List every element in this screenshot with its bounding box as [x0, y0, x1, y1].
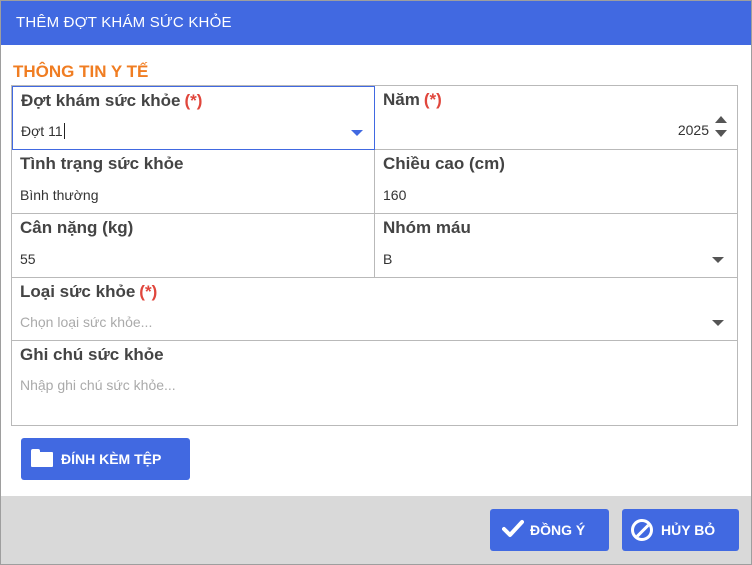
health-type-field[interactable]: Loại sức khỏe (*) Chọn loại sức khỏe...: [12, 278, 737, 341]
chevron-down-icon[interactable]: [712, 320, 724, 326]
attach-file-label: ĐÍNH KÈM TỆP: [61, 451, 162, 467]
year-value: 2025: [677, 122, 709, 138]
exam-round-field[interactable]: Đợt khám sức khỏe (*) Đợt 11: [12, 86, 375, 150]
health-status-field[interactable]: Tình trạng sức khỏe Bình thường: [12, 150, 375, 214]
attach-file-button[interactable]: ĐÍNH KÈM TỆP: [21, 438, 190, 480]
required-marker: (*): [184, 91, 203, 110]
year-field[interactable]: Năm (*) 2025: [375, 86, 737, 150]
spinner-down-icon[interactable]: [715, 130, 727, 137]
height-label: Chiều cao (cm): [383, 154, 505, 173]
health-note-label: Ghi chú sức khỏe: [20, 345, 164, 364]
cancel-label: HỦY BỎ: [661, 522, 716, 538]
weight-value: 55: [20, 251, 36, 267]
check-icon: [502, 520, 524, 537]
section-title: THÔNG TIN Y TẾ: [13, 62, 149, 81]
chevron-down-icon[interactable]: [712, 257, 724, 263]
required-marker: (*): [423, 90, 442, 109]
exam-round-label: Đợt khám sức khỏe: [21, 91, 181, 110]
ok-label: ĐỒNG Ý: [530, 522, 586, 538]
blood-type-field[interactable]: Nhóm máu B: [375, 214, 737, 278]
health-status-value: Bình thường: [20, 187, 99, 203]
health-info-form: Đợt khám sức khỏe (*) Đợt 11 Năm (*) 2025 …: [11, 85, 738, 426]
blood-type-label: Nhóm máu: [383, 218, 471, 237]
health-note-placeholder: Nhập ghi chú sức khỏe...: [20, 377, 176, 393]
height-value: 160: [383, 187, 407, 203]
chevron-down-icon[interactable]: [351, 130, 363, 136]
text-cursor: [63, 123, 65, 139]
health-exam-dialog: THÊM ĐỢT KHÁM SỨC KHỎE THÔNG TIN Y TẾ Đợ…: [0, 0, 752, 565]
blood-type-value: B: [383, 251, 393, 267]
health-status-label: Tình trạng sức khỏe: [20, 154, 184, 173]
health-note-field[interactable]: Ghi chú sức khỏe Nhập ghi chú sức khỏe..…: [12, 341, 737, 425]
exam-round-value: Đợt 11: [21, 123, 63, 139]
dialog-header: THÊM ĐỢT KHÁM SỨC KHỎE: [1, 1, 751, 45]
height-field[interactable]: Chiều cao (cm) 160: [375, 150, 737, 214]
dialog-title: THÊM ĐỢT KHÁM SỨC KHỎE: [16, 14, 232, 31]
cancel-button[interactable]: HỦY BỎ: [622, 509, 739, 551]
health-type-label: Loại sức khỏe: [20, 282, 136, 301]
required-marker: (*): [139, 282, 158, 301]
dialog-footer: ĐỒNG Ý HỦY BỎ: [1, 496, 751, 564]
year-label: Năm: [383, 90, 420, 109]
health-type-placeholder: Chọn loại sức khỏe...: [20, 314, 153, 330]
weight-label: Cân nặng (kg): [20, 218, 134, 237]
spinner-up-icon[interactable]: [715, 116, 727, 123]
ban-icon: [631, 519, 653, 541]
spinner-arrows-icon[interactable]: [715, 116, 727, 138]
ok-button[interactable]: ĐỒNG Ý: [490, 509, 609, 551]
weight-field[interactable]: Cân nặng (kg) 55: [12, 214, 375, 278]
folder-icon: [31, 449, 53, 467]
